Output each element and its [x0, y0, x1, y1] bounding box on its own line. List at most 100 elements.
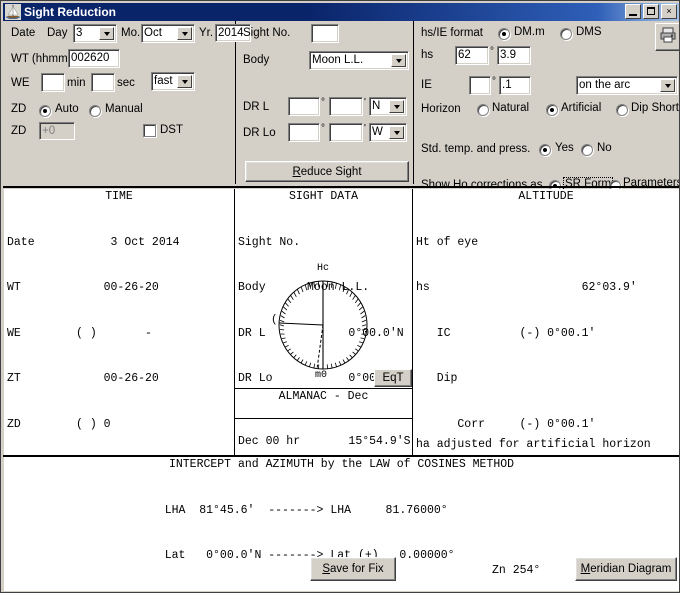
format-dmm-radio[interactable]	[498, 28, 510, 40]
dr-lon-label: DR Lo	[243, 127, 276, 139]
meridian-diagram-label-rest: eridian Diagram	[590, 563, 672, 575]
year-label: Yr.	[199, 27, 214, 39]
sight-data-row: Sight No.	[238, 235, 301, 249]
ie-min-input[interactable]: .1	[499, 76, 531, 95]
wt-input[interactable]: 002620	[68, 49, 120, 68]
time-pane-title: TIME	[105, 190, 133, 203]
zd-manual-radio[interactable]	[89, 105, 101, 117]
dr-lon-deg-input[interactable]	[288, 123, 320, 142]
minimize-button[interactable]	[625, 4, 641, 19]
chevron-down-icon[interactable]	[99, 27, 114, 40]
printer-icon	[659, 26, 677, 49]
dr-lon-hemisphere-value: W	[372, 126, 383, 138]
dr-lon-min-input[interactable]	[329, 123, 363, 142]
time-row: WT 00-26-20	[7, 281, 159, 295]
time-row: Date 3 Oct 2014	[7, 235, 180, 249]
dst-checkbox[interactable]	[143, 124, 156, 137]
meridian-diagram-accel: M	[580, 563, 591, 575]
zd-label: ZD	[11, 103, 27, 115]
altitude-row: IC (-) 0°00.1'	[416, 326, 596, 340]
day-label: Day	[47, 27, 68, 39]
std-temp-no-label: No	[597, 142, 612, 154]
format-dmm-label: DM.m	[514, 26, 545, 38]
reduce-sight-button[interactable]: Reduce Sight	[245, 161, 409, 182]
chevron-down-icon[interactable]	[177, 75, 192, 88]
sight-data-title: SIGHT DATA	[288, 190, 358, 203]
degree-symbol: °	[490, 46, 494, 57]
window-controls: ×	[625, 4, 677, 19]
time-pane: TIME Date 3 Oct 2014 WT 00-26-20 WE ( ) …	[4, 189, 235, 455]
clock-bottom-label: m0	[315, 370, 328, 381]
minute-symbol: '	[364, 97, 366, 108]
dr-lat-min-input[interactable]	[329, 97, 363, 116]
altitude-pane: ALTITUDE Ht of eye hs 62°03.9' IC (-) 0°…	[413, 189, 679, 455]
body-select[interactable]: Moon L.L.	[309, 51, 409, 70]
sight-reduction-window: Sight Reduction × Date Day 3 Mo. Oct Yr.…	[0, 0, 680, 593]
we-minutes-input[interactable]	[41, 73, 65, 92]
clock-left-label: (	[271, 314, 278, 326]
dr-lat-hemisphere-value: N	[372, 100, 381, 112]
time-row: ZT 00-26-20	[7, 372, 159, 386]
std-temp-yes-radio[interactable]	[539, 144, 551, 156]
print-button[interactable]	[655, 23, 679, 51]
form-report-separator	[3, 186, 679, 188]
ie-arc-select[interactable]: on the arc	[576, 76, 678, 95]
minute-symbol: '	[364, 123, 366, 134]
std-temp-no-radio[interactable]	[581, 144, 593, 156]
horizon-label: Horizon	[421, 103, 461, 115]
we-fast-slow-value: fast	[154, 75, 173, 87]
altitude-title: ALTITUDE	[518, 190, 574, 203]
day-value: 3	[76, 27, 83, 39]
horizon-natural-radio[interactable]	[477, 104, 489, 116]
chevron-down-icon[interactable]	[660, 79, 675, 92]
chevron-down-icon[interactable]	[177, 27, 192, 40]
intercept-pane: INTERCEPT and AZIMUTH by the LAW of COSI…	[4, 457, 679, 591]
horizon-artificial-label: Artificial	[561, 102, 602, 114]
almanac-dec-row: Dec 00 hr 15°54.9'S	[238, 435, 411, 449]
altitude-row: hs 62°03.9'	[416, 281, 637, 295]
we-fast-slow-select[interactable]: fast	[151, 72, 195, 91]
window-title: Sight Reduction	[24, 5, 116, 19]
altitude-footer: ha adjusted for artificial horizon	[416, 438, 651, 451]
zd-auto-radio[interactable]	[39, 105, 51, 117]
horizon-artificial-radio[interactable]	[546, 104, 558, 116]
we-sec-unit-label: sec	[117, 77, 135, 89]
altitude-row: Dip	[416, 372, 458, 386]
sight-no-input[interactable]	[311, 24, 339, 43]
close-button[interactable]: ×	[661, 4, 677, 19]
chevron-down-icon[interactable]	[391, 54, 406, 67]
intercept-row: LHA 81°45.6' -------> LHA 81.76000°	[6, 503, 448, 517]
chevron-down-icon[interactable]	[389, 126, 404, 139]
hs-label: hs	[421, 49, 434, 61]
meridian-diagram-button[interactable]: Meridian Diagram	[575, 557, 677, 581]
we-label: WE	[11, 77, 30, 89]
chevron-down-icon[interactable]	[389, 100, 404, 113]
ie-deg-input[interactable]	[469, 76, 491, 95]
date-label: Date	[11, 27, 36, 39]
dr-lon-hemisphere-select[interactable]: W	[369, 123, 407, 142]
dr-lat-label: DR L	[243, 101, 270, 113]
save-for-fix-button[interactable]: Save for Fix	[310, 557, 396, 581]
zn-value: Zn 254°	[492, 564, 541, 577]
reduce-sight-accel: R	[292, 165, 301, 178]
degree-symbol: °	[492, 76, 496, 87]
horizon-natural-label: Natural	[492, 102, 530, 114]
month-select[interactable]: Oct	[141, 24, 195, 43]
zd-value-label: ZD	[11, 125, 27, 137]
horizon-dip-short-radio[interactable]	[616, 104, 628, 116]
format-dms-radio[interactable]	[560, 28, 572, 40]
hs-min-input[interactable]: 3.9	[497, 46, 531, 65]
intercept-title: INTERCEPT and AZIMUTH by the LAW of COSI…	[168, 458, 515, 471]
ie-label: IE	[421, 79, 432, 91]
day-select[interactable]: 3	[73, 24, 117, 43]
dr-lat-deg-input[interactable]	[288, 97, 320, 116]
maximize-button[interactable]	[643, 4, 659, 19]
eqt-button[interactable]: EqT	[374, 369, 412, 387]
meridian-clock-diagram[interactable]: Hc m0 (	[235, 263, 412, 385]
altitude-row: Ht of eye	[416, 235, 479, 249]
dr-lat-hemisphere-select[interactable]: N	[369, 97, 407, 116]
altitude-row: Corr (-) 0°00.1'	[416, 418, 596, 432]
we-seconds-input[interactable]	[91, 73, 115, 92]
ie-arc-value: on the arc	[579, 79, 631, 91]
hs-deg-input[interactable]: 62	[455, 46, 489, 65]
